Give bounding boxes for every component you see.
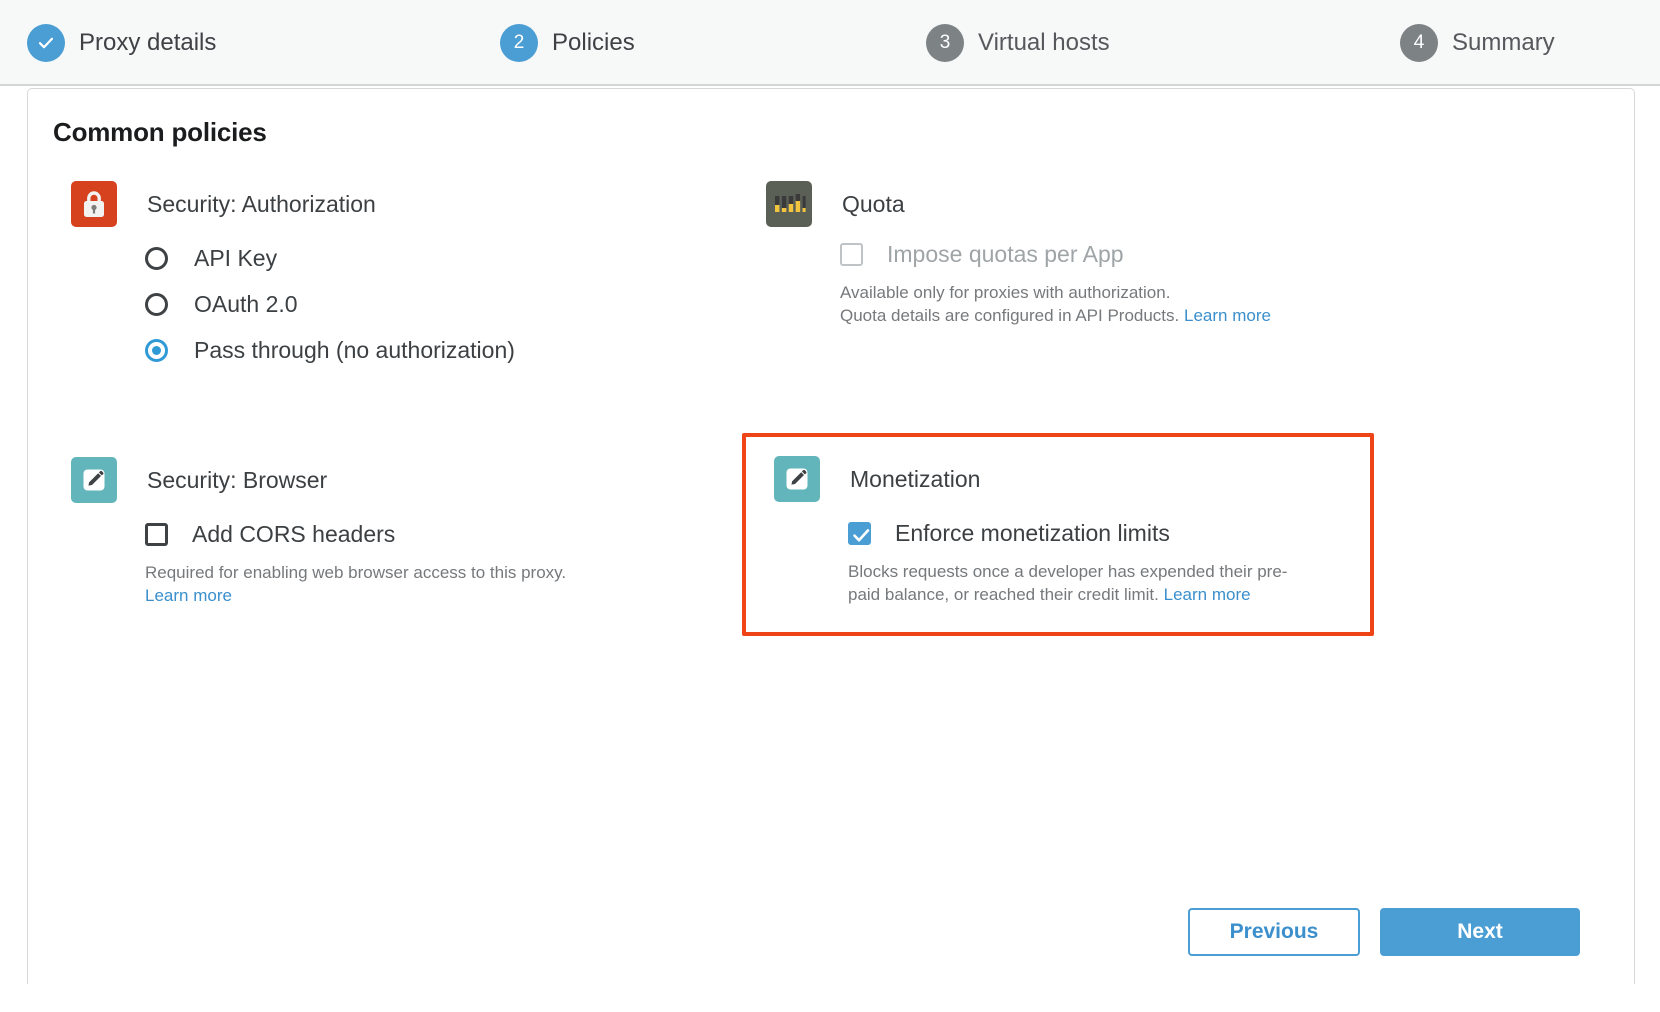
page-title: Common policies xyxy=(53,117,267,148)
policy-options: Add CORS headers Required for enabling w… xyxy=(145,521,711,607)
policy-description: Required for enabling web browser access… xyxy=(145,561,665,607)
browser-learn-more-link[interactable]: Learn more xyxy=(145,586,232,605)
check-icon xyxy=(36,33,56,53)
wizard-step-3-label: Virtual hosts xyxy=(978,29,1110,57)
checkbox-add-cors-headers[interactable]: Add CORS headers xyxy=(145,521,711,548)
checkbox-impose-quotas-control xyxy=(840,243,863,266)
radio-api-key-control[interactable] xyxy=(145,247,168,270)
radio-oauth2[interactable]: OAuth 2.0 xyxy=(145,281,711,327)
next-button[interactable]: Next xyxy=(1380,908,1580,956)
step-1-bubble xyxy=(27,24,65,62)
policy-header: Monetization xyxy=(742,433,1374,502)
wizard-step-1-label: Proxy details xyxy=(79,29,216,57)
policy-header: Security: Authorization xyxy=(71,181,711,227)
policy-quota: Quota Impose quotas per App Available on… xyxy=(766,181,1406,327)
policy-header: Security: Browser xyxy=(71,457,711,503)
radio-api-key-label: API Key xyxy=(194,245,277,272)
bar-chart-icon xyxy=(766,181,812,227)
monetization-description-line-1: Blocks requests once a developer has exp… xyxy=(848,562,1287,581)
wizard-step-policies[interactable]: 2 Policies xyxy=(500,24,635,62)
pencil-icon xyxy=(71,457,117,503)
policy-security-browser: Security: Browser Add CORS headers Requi… xyxy=(71,457,711,607)
lock-icon xyxy=(71,181,117,227)
checkbox-impose-quotas: Impose quotas per App xyxy=(840,241,1406,268)
step-4-bubble: 4 xyxy=(1400,24,1438,62)
checkbox-impose-quotas-label: Impose quotas per App xyxy=(887,241,1124,268)
radio-pass-through[interactable]: Pass through (no authorization) xyxy=(145,327,711,373)
wizard-step-summary[interactable]: 4 Summary xyxy=(1400,24,1555,62)
wizard-step-virtual-hosts[interactable]: 3 Virtual hosts xyxy=(926,24,1110,62)
wizard-stepper: Proxy details 2 Policies 3 Virtual hosts… xyxy=(0,0,1660,86)
step-3-bubble: 3 xyxy=(926,24,964,62)
policy-options: Enforce monetization limits Blocks reque… xyxy=(848,520,1374,606)
quota-learn-more-link[interactable]: Learn more xyxy=(1184,306,1271,325)
step-4-number: 4 xyxy=(1414,32,1425,54)
checkbox-enforce-monetization-limits-label: Enforce monetization limits xyxy=(895,520,1170,547)
checkbox-enforce-monetization-limits[interactable]: Enforce monetization limits xyxy=(848,520,1374,547)
policy-header: Quota xyxy=(766,181,1406,227)
monetization-learn-more-link[interactable]: Learn more xyxy=(1164,585,1251,604)
radio-api-key[interactable]: API Key xyxy=(145,235,711,281)
policy-title: Quota xyxy=(842,191,905,218)
card-footer: Previous Next xyxy=(28,864,1636,984)
policy-title: Monetization xyxy=(850,466,980,493)
quota-description-line-1: Available only for proxies with authoriz… xyxy=(840,283,1170,302)
policy-options: Impose quotas per App Available only for… xyxy=(840,241,1406,327)
policy-description: Available only for proxies with authoriz… xyxy=(840,281,1360,327)
policy-monetization: Monetization Enforce monetization limits… xyxy=(742,433,1374,606)
policy-options: API Key OAuth 2.0 Pass through (no autho… xyxy=(145,235,711,373)
policy-title: Security: Browser xyxy=(147,467,327,494)
wizard-step-2-label: Policies xyxy=(552,29,635,57)
step-2-bubble: 2 xyxy=(500,24,538,62)
checkbox-add-cors-headers-label: Add CORS headers xyxy=(192,521,395,548)
radio-pass-through-label: Pass through (no authorization) xyxy=(194,337,515,364)
previous-button[interactable]: Previous xyxy=(1188,908,1360,956)
step-2-number: 2 xyxy=(514,32,525,54)
radio-oauth2-control[interactable] xyxy=(145,293,168,316)
pencil-icon xyxy=(774,456,820,502)
radio-pass-through-control[interactable] xyxy=(145,339,168,362)
wizard-step-4-label: Summary xyxy=(1452,29,1555,57)
browser-description-text: Required for enabling web browser access… xyxy=(145,563,566,582)
policy-security-authorization: Security: Authorization API Key OAuth 2.… xyxy=(71,181,711,373)
checkbox-enforce-monetization-limits-control[interactable] xyxy=(848,522,871,545)
common-policies-card: Common policies Security: Authorization xyxy=(27,88,1635,984)
monetization-description-line-2: paid balance, or reached their credit li… xyxy=(848,585,1159,604)
quota-description-line-2: Quota details are configured in API Prod… xyxy=(840,306,1179,325)
checkbox-add-cors-headers-control[interactable] xyxy=(145,523,168,546)
policy-title: Security: Authorization xyxy=(147,191,376,218)
wizard-step-proxy-details[interactable]: Proxy details xyxy=(27,24,216,62)
radio-oauth2-label: OAuth 2.0 xyxy=(194,291,298,318)
policy-description: Blocks requests once a developer has exp… xyxy=(848,560,1348,606)
wizard-page: Proxy details 2 Policies 3 Virtual hosts… xyxy=(0,0,1660,1012)
step-3-number: 3 xyxy=(940,32,951,54)
